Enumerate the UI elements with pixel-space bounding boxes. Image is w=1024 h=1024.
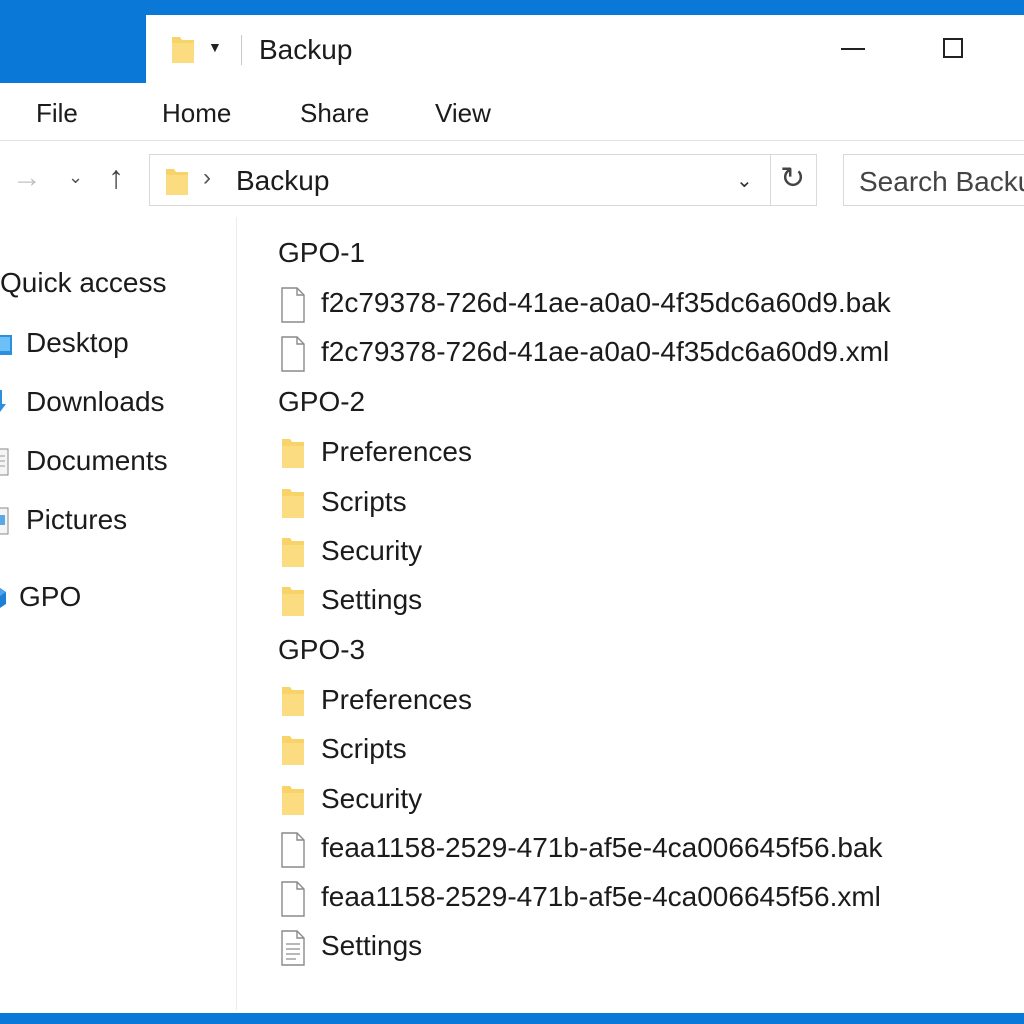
- group-header: GPO-3: [278, 634, 366, 666]
- file-item[interactable]: f2c79378-726d-41ae-a0a0-4f35dc6a60d9.bak: [280, 285, 980, 325]
- item-label: Scripts: [321, 733, 407, 765]
- folder-icon: [280, 783, 306, 822]
- file-item[interactable]: feaa1158-2529-471b-af5e-4ca006645f56.xml: [280, 879, 980, 919]
- item-label: Preferences: [321, 684, 472, 716]
- download-arrow-icon: [0, 388, 10, 423]
- folder-icon: [164, 165, 190, 202]
- folder-icon: [280, 684, 306, 723]
- nav-item-label: Documents: [26, 445, 168, 476]
- file-icon: [280, 832, 306, 873]
- file-item[interactable]: feaa1158-2529-471b-af5e-4ca006645f56.bak: [280, 830, 980, 870]
- search-placeholder: Search Backup: [859, 166, 1024, 197]
- tab-file[interactable]: File: [36, 98, 78, 129]
- nav-item-pictures[interactable]: Pictures: [0, 502, 220, 542]
- pictures-icon: [0, 506, 12, 543]
- window-frame-top: [0, 0, 1024, 15]
- desktop-icon: [0, 331, 14, 366]
- item-label: Settings: [321, 584, 423, 615]
- folder-item[interactable]: Preferences: [280, 682, 980, 722]
- breadcrumb[interactable]: Backup: [236, 165, 329, 197]
- item-label: feaa1158-2529-471b-af5e-4ca006645f56.xml: [321, 881, 881, 912]
- quick-access-dropdown-icon[interactable]: ▼: [208, 39, 222, 55]
- item-label: f2c79378-726d-41ae-a0a0-4f35dc6a60d9.xml: [321, 336, 890, 368]
- file-list: GPO-1 f2c79378-726d-41ae-a0a0-4f35dc6a60d…: [238, 217, 1024, 1010]
- forward-arrow-icon[interactable]: →: [12, 161, 42, 195]
- file-item[interactable]: f2c79378-726d-41ae-a0a0-4f35dc6a60d9.xml: [280, 334, 980, 374]
- recent-locations-chevron-icon[interactable]: ⌄: [68, 167, 83, 188]
- folder-icon: [280, 535, 306, 574]
- nav-item-gpo[interactable]: GPO: [0, 579, 220, 619]
- folder-item[interactable]: Scripts: [280, 484, 980, 524]
- folder-item[interactable]: Security: [280, 781, 980, 821]
- folder-item[interactable]: Scripts: [280, 731, 980, 771]
- window-title-accent: [0, 0, 146, 83]
- folder-icon: [280, 486, 306, 525]
- breadcrumb-chevron-icon[interactable]: ›: [203, 164, 211, 192]
- folder-icon: [280, 733, 306, 772]
- nav-item-label: Pictures: [26, 504, 128, 535]
- group-header: GPO-2: [278, 386, 366, 418]
- item-label: f2c79378-726d-41ae-a0a0-4f35dc6a60d9.bak: [321, 287, 891, 318]
- item-label: Preferences: [321, 436, 472, 468]
- nav-item-label: Desktop: [26, 327, 129, 358]
- tab-share[interactable]: Share: [300, 98, 369, 129]
- nav-item-documents[interactable]: Documents: [0, 443, 220, 483]
- navigation-pane: Quick access Desktop Downloads Documents…: [0, 217, 237, 1010]
- address-bar[interactable]: › Backup ⌄: [149, 154, 771, 206]
- item-label: Scripts: [321, 485, 407, 517]
- search-input[interactable]: Search Backup: [843, 154, 1024, 206]
- file-icon: [280, 336, 306, 377]
- documents-icon: [0, 447, 12, 484]
- title-bar: ▼ Backup: [146, 15, 1024, 83]
- folder-icon: [280, 584, 306, 623]
- folder-item[interactable]: Preferences: [280, 434, 980, 474]
- nav-item-label: Downloads: [26, 386, 165, 417]
- minimize-button[interactable]: [841, 48, 865, 50]
- maximize-button[interactable]: [943, 38, 963, 58]
- item-label: Security: [321, 534, 423, 566]
- address-dropdown-icon[interactable]: ⌄: [736, 168, 753, 193]
- window-title: Backup: [259, 34, 353, 65]
- nav-item-desktop[interactable]: Desktop: [0, 325, 220, 365]
- item-label: feaa1158-2529-471b-af5e-4ca006645f56.bak: [321, 831, 883, 863]
- refresh-button[interactable]: ↻: [771, 154, 817, 206]
- folder-icon[interactable]: [170, 33, 196, 70]
- window-frame-bottom: [0, 1013, 1024, 1024]
- nav-item-label: GPO: [19, 581, 82, 612]
- tab-view[interactable]: View: [435, 98, 491, 129]
- nav-item-downloads[interactable]: Downloads: [0, 384, 220, 424]
- address-row: → ⌄ ↑ › Backup ⌄ ↻ Search Backup: [0, 141, 1024, 217]
- up-arrow-icon[interactable]: ↑: [108, 159, 124, 196]
- ribbon: File Home Share View: [0, 83, 1024, 141]
- item-label: Security: [321, 782, 423, 814]
- folder-icon: [280, 436, 306, 475]
- document-icon: [280, 930, 306, 971]
- refresh-icon: ↻: [780, 162, 806, 195]
- tab-home[interactable]: Home: [162, 98, 231, 129]
- title-separator: [241, 35, 242, 65]
- file-icon: [280, 881, 306, 922]
- file-icon: [280, 287, 306, 328]
- file-item[interactable]: Settings: [280, 928, 980, 968]
- nav-quick-access[interactable]: Quick access: [0, 267, 167, 299]
- item-label: Settings: [321, 930, 423, 962]
- folder-item[interactable]: Security: [280, 533, 980, 573]
- group-header: GPO-1: [278, 237, 366, 268]
- folder-item[interactable]: Settings: [280, 582, 980, 622]
- gpo-icon: [0, 585, 8, 617]
